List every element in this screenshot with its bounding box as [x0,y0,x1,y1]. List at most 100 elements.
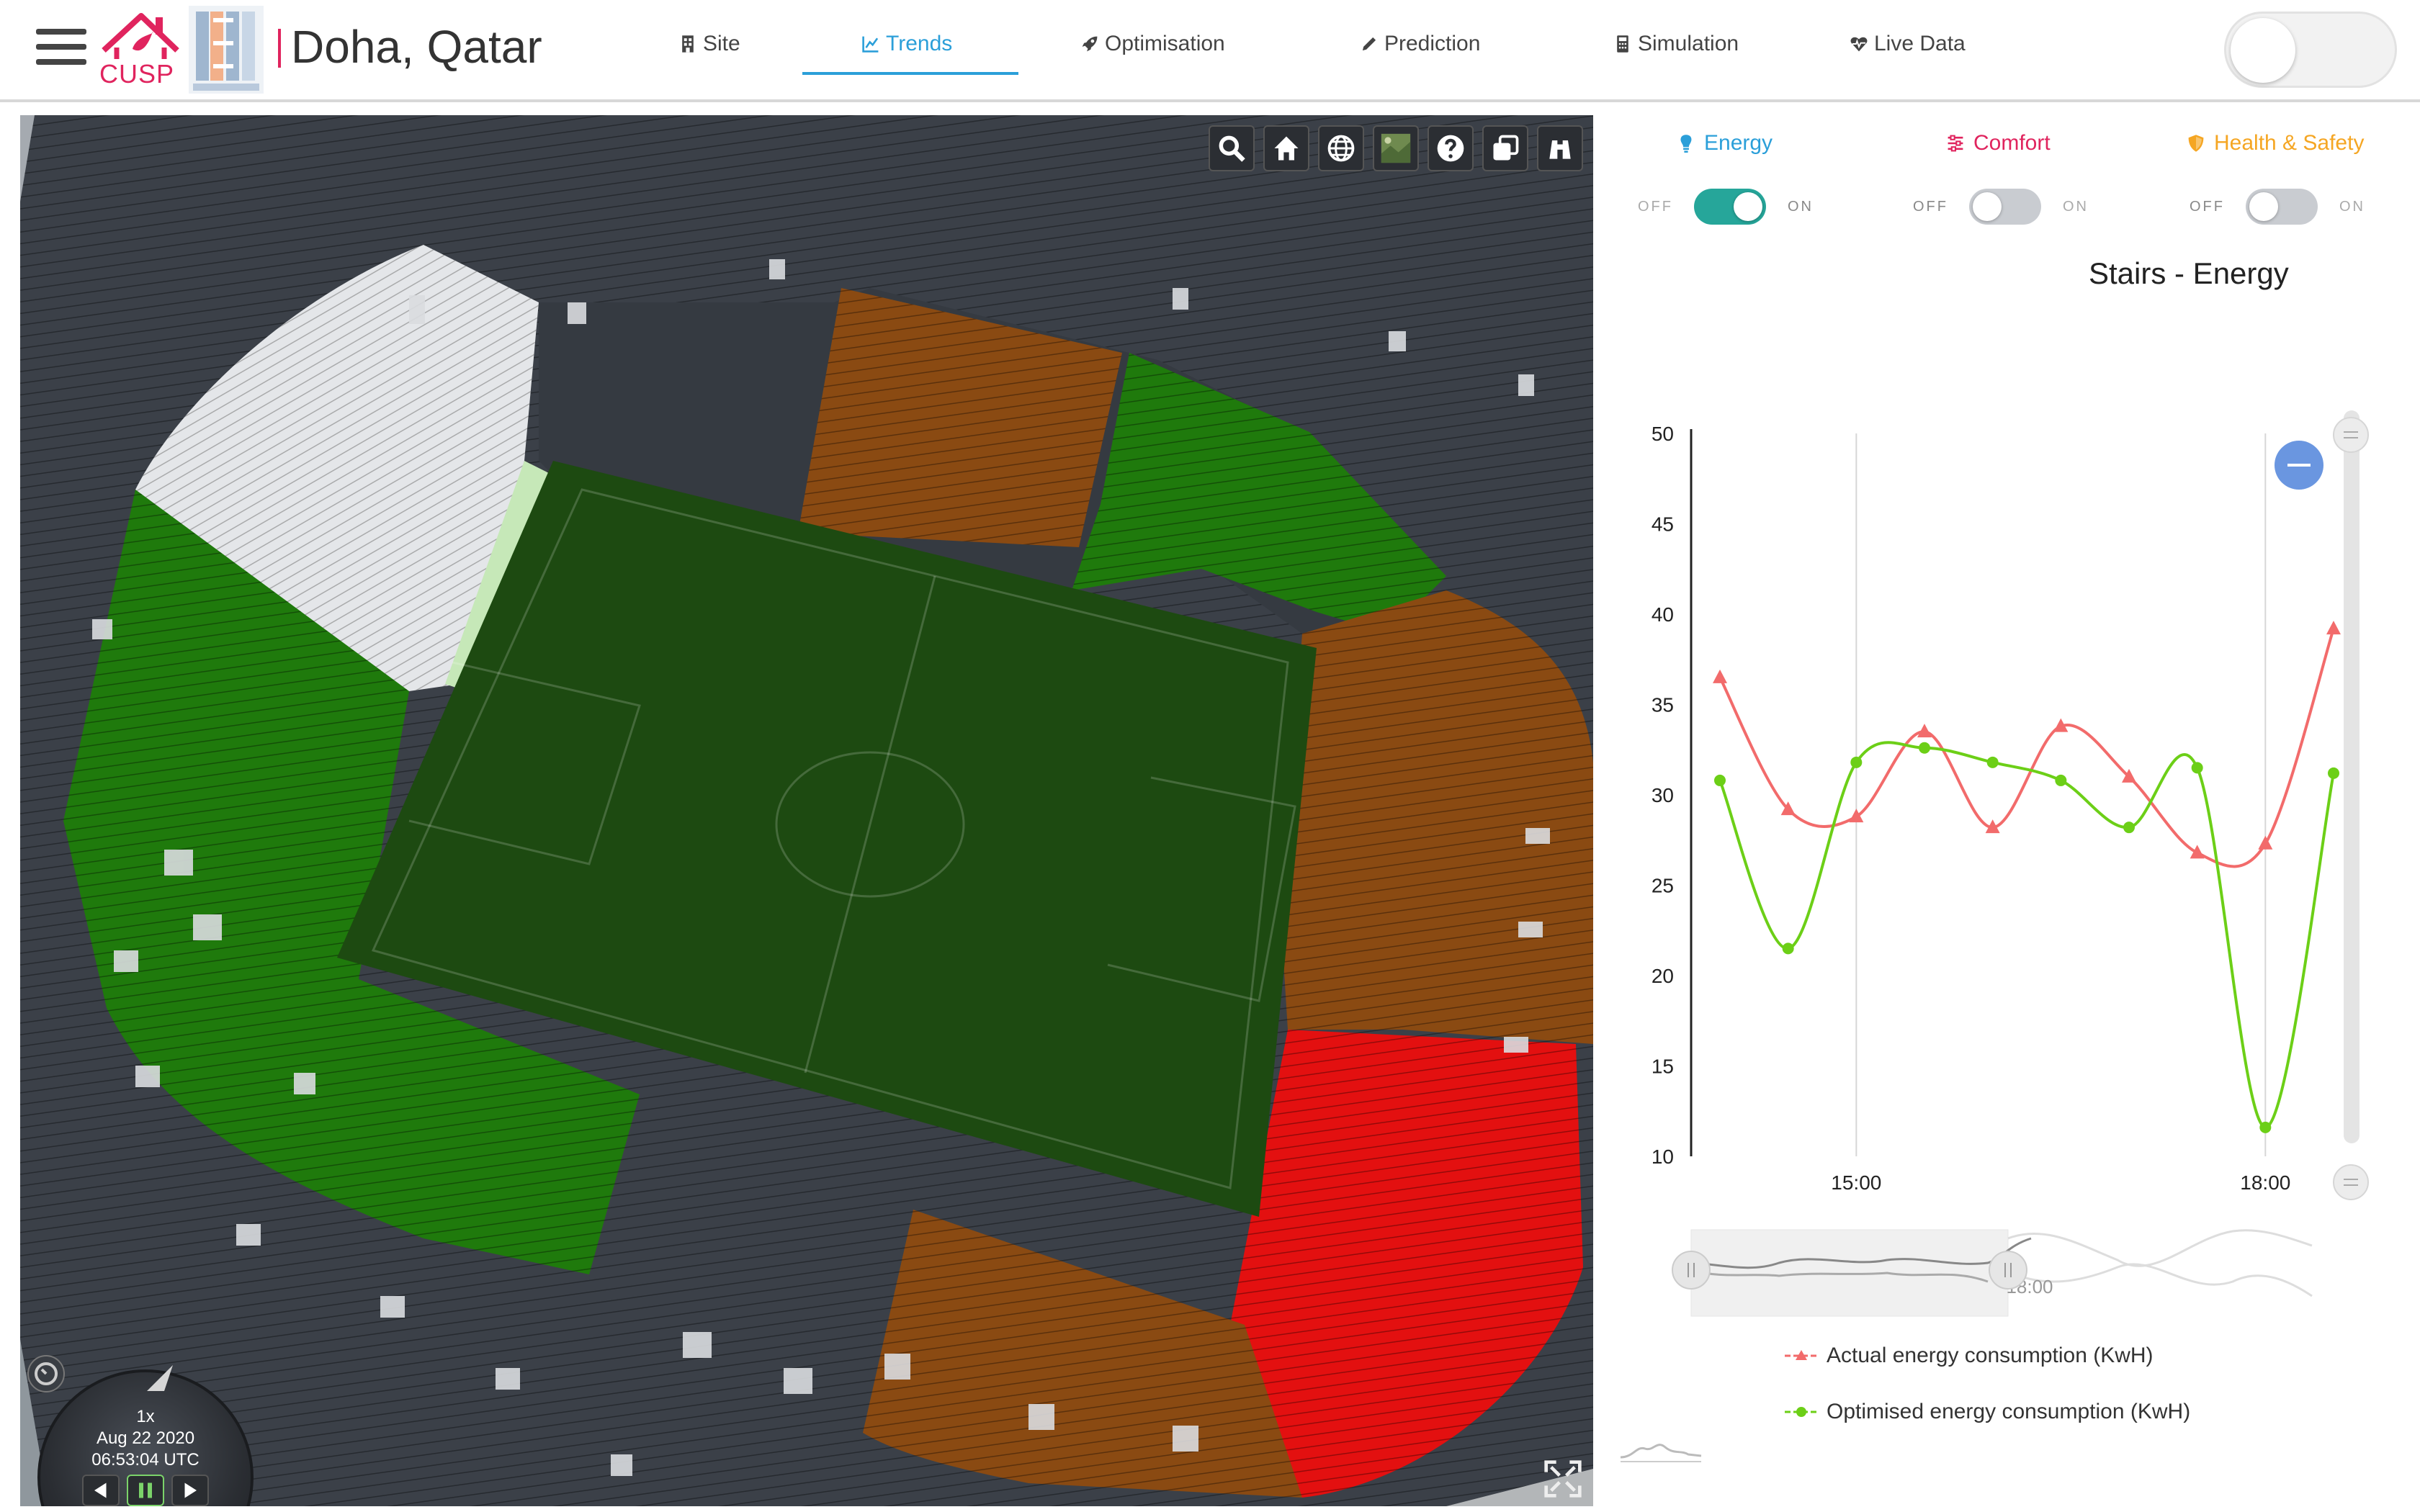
pencil-icon [1362,37,1376,51]
data-point[interactable] [2259,1121,2272,1133]
series-line [1718,628,2335,868]
nav-site[interactable]: Site [678,32,740,56]
rocket-icon [1082,36,1098,52]
nav-site-label: Site [703,32,740,55]
tab-comfort-label: Comfort [1973,131,2051,155]
clock-time: 06:53:04 UTC [91,1450,200,1470]
data-point[interactable] [1917,724,1932,738]
sliders-icon [1948,135,1963,152]
clock-settings-button[interactable] [27,1355,65,1392]
data-point[interactable] [2190,845,2205,859]
calculator-icon [1617,35,1628,53]
data-point[interactable] [1782,942,1794,955]
shield-icon [2188,135,2204,152]
comfort-switch[interactable] [1969,189,2041,225]
y-tick-label: 10 [1652,1146,1674,1168]
nav-simulation[interactable]: Simulation [1613,32,1739,56]
nav-prediction[interactable]: Prediction [1360,32,1480,56]
series-actual[interactable] [1713,621,2341,868]
y-tick-label: 45 [1652,513,1674,536]
sports-logo [189,6,264,94]
data-point[interactable] [1714,774,1726,786]
layers-button[interactable] [1482,125,1528,171]
zoom-scrollbar-track[interactable] [2344,410,2360,1143]
help-icon [1437,135,1464,162]
data-point[interactable] [1849,809,1864,823]
legend-actual[interactable]: Actual energy consumption (KwH) [1783,1344,2154,1368]
y-tick-label: 15 [1652,1056,1674,1078]
nav-trends[interactable]: Trends [861,32,952,56]
data-point[interactable] [2055,774,2067,786]
data-point[interactable] [1713,669,1727,683]
stadium-3d-viewer[interactable]: 1x Aug 22 2020 06:53:04 UTC [20,115,1593,1506]
play-icon [184,1482,197,1498]
play-reverse-button[interactable] [82,1475,120,1506]
title-divider [278,29,281,68]
clock-icon [35,1362,58,1385]
cusp-brand-text: CUSP [99,59,175,89]
energy-switch[interactable] [1694,189,1766,225]
nav-live-data[interactable]: Live Data [1850,32,1966,56]
tab-energy-label: Energy [1704,131,1773,155]
y-tick-label: 50 [1652,423,1674,445]
y-tick-label: 30 [1652,784,1674,806]
layers-icon [1493,135,1519,161]
home-view-button[interactable] [1263,125,1309,171]
navigator[interactable]: 18:00 [1672,1229,2313,1317]
navigator-handle-right[interactable] [1989,1251,2027,1290]
data-point[interactable] [2326,621,2341,635]
fullscreen-icon[interactable] [1543,1459,1583,1499]
stadium-scene[interactable] [20,115,1593,1506]
clock-pointer-icon [147,1365,173,1391]
play-forward-button[interactable] [171,1475,209,1506]
pause-button[interactable] [127,1475,164,1506]
data-point[interactable] [2123,822,2135,834]
animation-clock-widget: 1x Aug 22 2020 06:53:04 UTC [23,1348,261,1506]
tab-health-safety[interactable]: Health & Safety [2187,131,2364,156]
lightbulb-icon [1680,135,1692,153]
data-point[interactable] [2328,767,2339,779]
viewer-toolbar [1209,125,1583,171]
data-point[interactable] [1850,756,1863,768]
energy-chart[interactable]: 50 45 40 35 30 25 20 15 10 15:00 18:00 18:00 [1613,288,2420,1382]
navigation-help-button[interactable] [1428,125,1474,171]
y-tick-label: 25 [1652,875,1674,897]
data-point[interactable] [2191,762,2203,774]
legend-optimised[interactable]: Optimised energy consumption (KwH) [1783,1400,2190,1424]
data-point[interactable] [1919,742,1930,754]
y-tick-label: 20 [1652,965,1674,987]
binoculars-icon [1549,140,1571,159]
zoom-handle-top[interactable] [2333,417,2369,453]
tab-energy[interactable]: Energy [1677,131,1773,156]
scene-mode-button[interactable] [1318,125,1364,171]
menu-hamburger-icon[interactable] [36,29,86,68]
nav-optimisation[interactable]: Optimisation [1080,32,1225,56]
nav-live-data-label: Live Data [1874,32,1966,55]
series-optimised[interactable] [1714,741,2339,1133]
nav-optimisation-label: Optimisation [1105,32,1225,55]
chart-title: Stairs - Energy [2089,256,2289,290]
data-point[interactable] [2258,835,2273,850]
navigator-handle-left[interactable] [1672,1251,1711,1290]
page-title: Doha, Qatar [291,21,542,73]
energy-off-label: OFF [1638,199,1673,215]
main-toggle-switch[interactable] [2224,12,2397,88]
tab-comfort[interactable]: Comfort [1946,131,2051,156]
nav-prediction-label: Prediction [1384,32,1481,55]
binoculars-button[interactable] [1537,125,1583,171]
legend-actual-label: Actual energy consumption (KwH) [1827,1344,2154,1367]
base-layer-picker-button[interactable] [1373,125,1419,171]
search-icon [1219,135,1245,162]
toggle-knob [2231,18,2295,83]
y-axis: 50 45 40 35 30 25 20 15 10 [1652,423,1693,1168]
geocoder-search-button[interactable] [1209,125,1255,171]
series-line [1718,741,2335,1129]
zoom-handle-bottom[interactable] [2333,1164,2369,1200]
health-switch[interactable] [2246,189,2318,225]
y-tick-label: 35 [1652,694,1674,716]
mini-sparkline-icon[interactable] [1619,1431,1703,1463]
data-point[interactable] [1986,756,1999,768]
nav-trends-label: Trends [886,32,953,55]
switch-knob [1973,192,2002,221]
circle-marker-icon [1785,1407,1818,1417]
